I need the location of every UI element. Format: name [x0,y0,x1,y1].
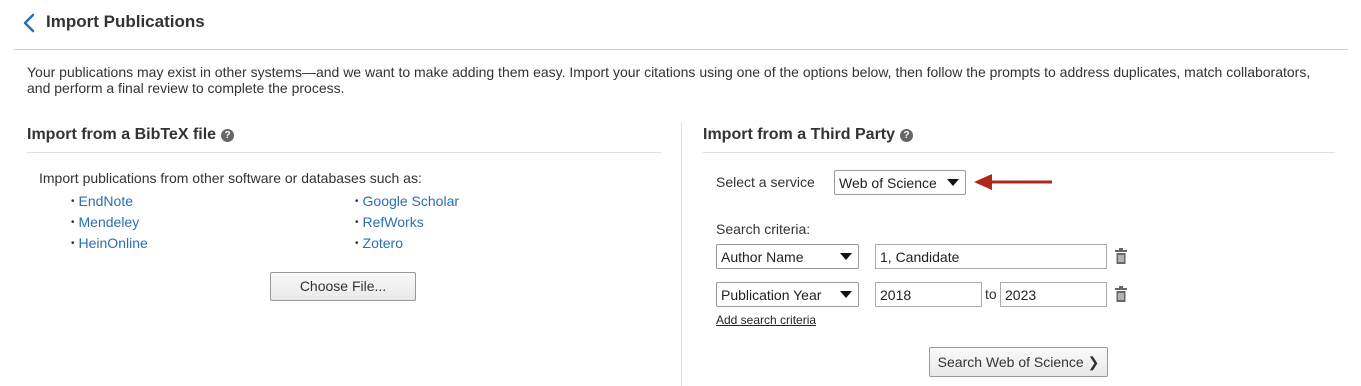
bibtex-title-text: Import from a BibTeX file [27,126,217,143]
help-icon[interactable]: ? [900,128,914,142]
service-label: Select a service [716,174,815,190]
source-item-google-scholar: • Google Scholar [355,193,460,209]
back-chevron-icon[interactable] [20,11,40,35]
trash-icon[interactable] [1114,286,1128,302]
source-item-mendeley: • Mendeley [71,214,140,230]
choose-file-button[interactable]: Choose File... [270,272,416,301]
chevron-down-icon [840,291,852,298]
criteria-field-value: Author Name [721,248,804,265]
chevron-down-icon [947,179,959,186]
source-link-google-scholar[interactable]: Google Scholar [363,193,460,209]
third-party-section-divider [703,152,1335,153]
source-item-zotero: • Zotero [355,235,403,251]
criteria-field-value: Publication Year [721,286,822,303]
search-web-of-science-button[interactable]: Search Web of Science ❯ [929,347,1108,377]
year-to-input[interactable]: 2023 [1000,282,1107,307]
service-select-value: Web of Science [839,174,937,191]
chevron-down-icon [840,253,852,260]
bibtex-section-divider [27,152,661,153]
header-divider [14,49,1348,50]
source-item-refworks: • RefWorks [355,214,424,230]
source-link-heinonline[interactable]: HeinOnline [79,235,148,251]
criteria-field-select-author[interactable]: Author Name [716,244,859,269]
criteria-field-select-year[interactable]: Publication Year [716,282,859,307]
third-party-section-title: Import from a Third Party ? [703,126,914,144]
year-from-input[interactable]: 2018 [875,282,982,307]
help-icon[interactable]: ? [221,128,235,142]
column-divider [681,122,682,386]
source-link-mendeley[interactable]: Mendeley [79,214,140,230]
add-search-criteria-link[interactable]: Add search criteria [716,313,816,327]
year-range-separator: to [985,286,997,302]
service-select[interactable]: Web of Science [834,170,966,195]
page-title: Import Publications [46,12,205,31]
bibtex-section-title: Import from a BibTeX file ? [27,126,235,144]
source-item-endnote: • EndNote [71,193,133,209]
author-name-input[interactable]: 1, Candidate [875,244,1107,269]
search-criteria-label: Search criteria: [716,221,811,237]
bibtex-lead-text: Import publications from other software … [39,170,422,186]
intro-text: Your publications may exist in other sys… [27,64,1311,96]
source-link-endnote[interactable]: EndNote [79,193,133,209]
trash-icon[interactable] [1114,248,1128,264]
source-link-refworks[interactable]: RefWorks [363,214,424,230]
arrow-left-annotation-icon [972,172,1054,192]
source-link-zotero[interactable]: Zotero [363,235,403,251]
third-party-title-text: Import from a Third Party [703,126,896,143]
source-item-heinonline: • HeinOnline [71,235,148,251]
